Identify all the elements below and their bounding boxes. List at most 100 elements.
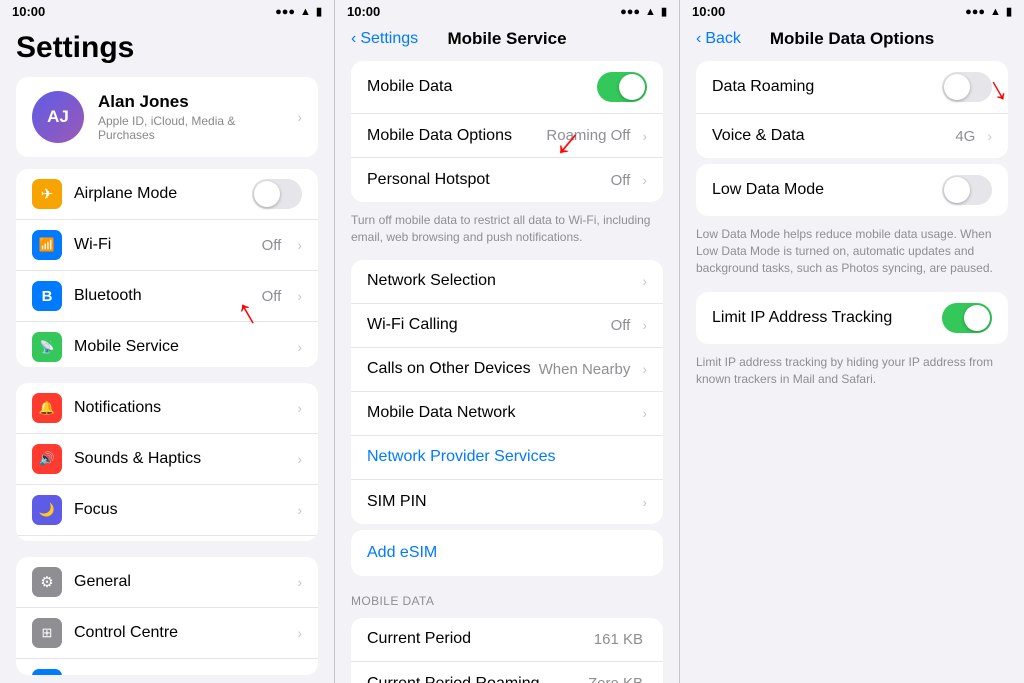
personal-hotspot-row[interactable]: Personal Hotspot Off › xyxy=(351,158,663,202)
notifications-group: 🔔 Notifications › 🔊 Sounds & Haptics › 🌙… xyxy=(16,383,318,541)
voice-data-row[interactable]: Voice & Data 4G › xyxy=(696,114,1008,158)
personal-hotspot-value: Off xyxy=(611,172,631,189)
add-esim-card[interactable]: Add eSIM xyxy=(351,530,663,576)
sidebar-item-general[interactable]: ⚙ General › xyxy=(16,557,318,608)
bluetooth-value: Off xyxy=(262,288,282,305)
airplane-mode-icon: ✈ xyxy=(32,179,62,209)
status-bar-3: 10:00 ●●● ▲ ▮ xyxy=(680,0,1024,23)
network-selection-row[interactable]: Network Selection › xyxy=(351,260,663,304)
mobile-service-icon-box: 📡 xyxy=(32,332,62,362)
mobile-data-toggle[interactable] xyxy=(597,72,647,102)
toggle-thumb xyxy=(254,181,280,207)
personal-hotspot-label: Personal Hotspot xyxy=(367,171,603,189)
airplane-mode-toggle[interactable] xyxy=(252,179,302,209)
back-button-mobile-service[interactable]: ‹ Back xyxy=(696,30,741,48)
data-roaming-label: Data Roaming xyxy=(712,78,934,96)
sidebar-item-control-centre[interactable]: ⊞ Control Centre › xyxy=(16,608,318,659)
sim-pin-chevron: › xyxy=(642,494,647,510)
sidebar-item-mobile-service[interactable]: 📡 Mobile Service › xyxy=(16,322,318,367)
wifi-label: Wi-Fi xyxy=(74,236,250,254)
avatar: AJ xyxy=(32,91,84,143)
current-period-roaming-row: Current Period Roaming Zero KB xyxy=(351,662,663,683)
wifi-icon-box: 📶 xyxy=(32,230,62,260)
roaming-card: Data Roaming Voice & Data 4G › xyxy=(696,61,1008,158)
calls-other-devices-chevron: › xyxy=(642,361,647,377)
low-data-mode-thumb xyxy=(944,177,970,203)
current-period-row: Current Period 161 KB xyxy=(351,618,663,662)
mobile-data-network-row[interactable]: Mobile Data Network › xyxy=(351,392,663,436)
back-chevron-icon-2: ‹ xyxy=(696,30,701,48)
mobile-service-panel: 10:00 ●●● ▲ ▮ ‹ Settings Mobile Service … xyxy=(335,0,680,683)
sounds-chevron: › xyxy=(297,451,302,467)
back-label-settings: Settings xyxy=(360,30,418,48)
mobile-data-row[interactable]: Mobile Data xyxy=(351,61,663,114)
sidebar-item-bluetooth[interactable]: B Bluetooth Off › xyxy=(16,271,318,322)
status-icons-3: ●●● ▲ ▮ xyxy=(965,5,1012,18)
limit-ip-row[interactable]: Limit IP Address Tracking xyxy=(696,292,1008,344)
network-card: Network Selection › Wi-Fi Calling Off › … xyxy=(351,260,663,524)
network-selection-label: Network Selection xyxy=(367,272,634,290)
back-label-mobile-service: Back xyxy=(705,30,741,48)
settings-panel: 10:00 ●●● ▲ ▮ Settings AJ Alan Jones App… xyxy=(0,0,335,683)
general-label: General xyxy=(74,573,285,591)
current-period-roaming-value: Zero KB xyxy=(588,675,643,683)
connectivity-group: ✈ Airplane Mode 📶 Wi-Fi Off › B xyxy=(16,169,318,367)
wifi-calling-row[interactable]: Wi-Fi Calling Off › xyxy=(351,304,663,348)
limit-ip-card: Limit IP Address Tracking xyxy=(696,292,1008,344)
low-data-description: Low Data Mode helps reduce mobile data u… xyxy=(680,222,1024,286)
low-data-mode-row[interactable]: Low Data Mode xyxy=(696,164,1008,216)
status-bar-1: 10:00 ●●● ▲ ▮ xyxy=(0,0,334,23)
data-roaming-row[interactable]: Data Roaming xyxy=(696,61,1008,114)
mobile-service-scroll: Mobile Data Mobile Data Options Roaming … xyxy=(335,55,679,683)
back-chevron-icon: ‹ xyxy=(351,30,356,48)
mobile-data-options-title: Mobile Data Options xyxy=(770,29,934,49)
profile-chevron: › xyxy=(297,109,302,125)
airplane-mode-label: Airplane Mode xyxy=(74,185,240,203)
sidebar-item-sounds[interactable]: 🔊 Sounds & Haptics › xyxy=(16,434,318,485)
back-button-settings[interactable]: ‹ Settings xyxy=(351,30,418,48)
battery-icon: ▮ xyxy=(316,5,322,18)
network-provider-row[interactable]: Network Provider Services xyxy=(351,436,663,480)
wifi-chevron: › xyxy=(297,237,302,253)
control-centre-chevron: › xyxy=(297,625,302,641)
signal-icon-2: ●●● xyxy=(620,6,640,18)
data-roaming-toggle[interactable] xyxy=(942,72,992,102)
low-data-mode-toggle[interactable] xyxy=(942,175,992,205)
mobile-data-options-panel: 10:00 ●●● ▲ ▮ ‹ Back Mobile Data Options… xyxy=(680,0,1024,683)
limit-ip-toggle[interactable] xyxy=(942,303,992,333)
wifi-calling-value: Off xyxy=(611,317,631,334)
sidebar-item-wifi[interactable]: 📶 Wi-Fi Off › xyxy=(16,220,318,271)
mobile-data-options-label: Mobile Data Options xyxy=(367,127,538,145)
calls-other-devices-row[interactable]: Calls on Other Devices When Nearby › xyxy=(351,348,663,392)
mobile-data-toggle-thumb xyxy=(619,74,645,100)
time-3: 10:00 xyxy=(692,4,725,19)
current-period-value: 161 KB xyxy=(594,631,643,648)
wifi-value: Off xyxy=(262,237,282,254)
sidebar-item-notifications[interactable]: 🔔 Notifications › xyxy=(16,383,318,434)
add-esim-label: Add eSIM xyxy=(367,544,437,561)
mobile-service-title: Mobile Service xyxy=(447,29,566,49)
sidebar-item-airplane-mode[interactable]: ✈ Airplane Mode xyxy=(16,169,318,220)
control-centre-icon-box: ⊞ xyxy=(32,618,62,648)
data-roaming-thumb xyxy=(944,74,970,100)
bluetooth-label: Bluetooth xyxy=(74,287,250,305)
calls-other-devices-label: Calls on Other Devices xyxy=(367,360,531,378)
sidebar-item-display[interactable]: ☀ Display & Brightness › xyxy=(16,659,318,675)
sidebar-item-screen-time[interactable]: ⏱ Screen Time › xyxy=(16,536,318,541)
mobile-data-options-value: Roaming Off xyxy=(546,127,630,144)
sidebar-item-focus[interactable]: 🌙 Focus › xyxy=(16,485,318,536)
mobile-data-network-chevron: › xyxy=(642,405,647,421)
sim-pin-row[interactable]: SIM PIN › xyxy=(351,480,663,524)
signal-icon-3: ●●● xyxy=(965,6,985,18)
display-icon-box: ☀ xyxy=(32,669,62,675)
notifications-label: Notifications xyxy=(74,399,285,417)
signal-icon: ●●● xyxy=(275,6,295,18)
focus-label: Focus xyxy=(74,501,285,519)
general-chevron: › xyxy=(297,574,302,590)
profile-card[interactable]: AJ Alan Jones Apple ID, iCloud, Media & … xyxy=(16,77,318,157)
bluetooth-icon-box: B xyxy=(32,281,62,311)
sim-pin-label: SIM PIN xyxy=(367,493,634,511)
mobile-data-options-row[interactable]: Mobile Data Options Roaming Off › xyxy=(351,114,663,158)
mobile-data-network-label: Mobile Data Network xyxy=(367,404,634,422)
mobile-data-section-label: MOBILE DATA xyxy=(335,582,679,612)
